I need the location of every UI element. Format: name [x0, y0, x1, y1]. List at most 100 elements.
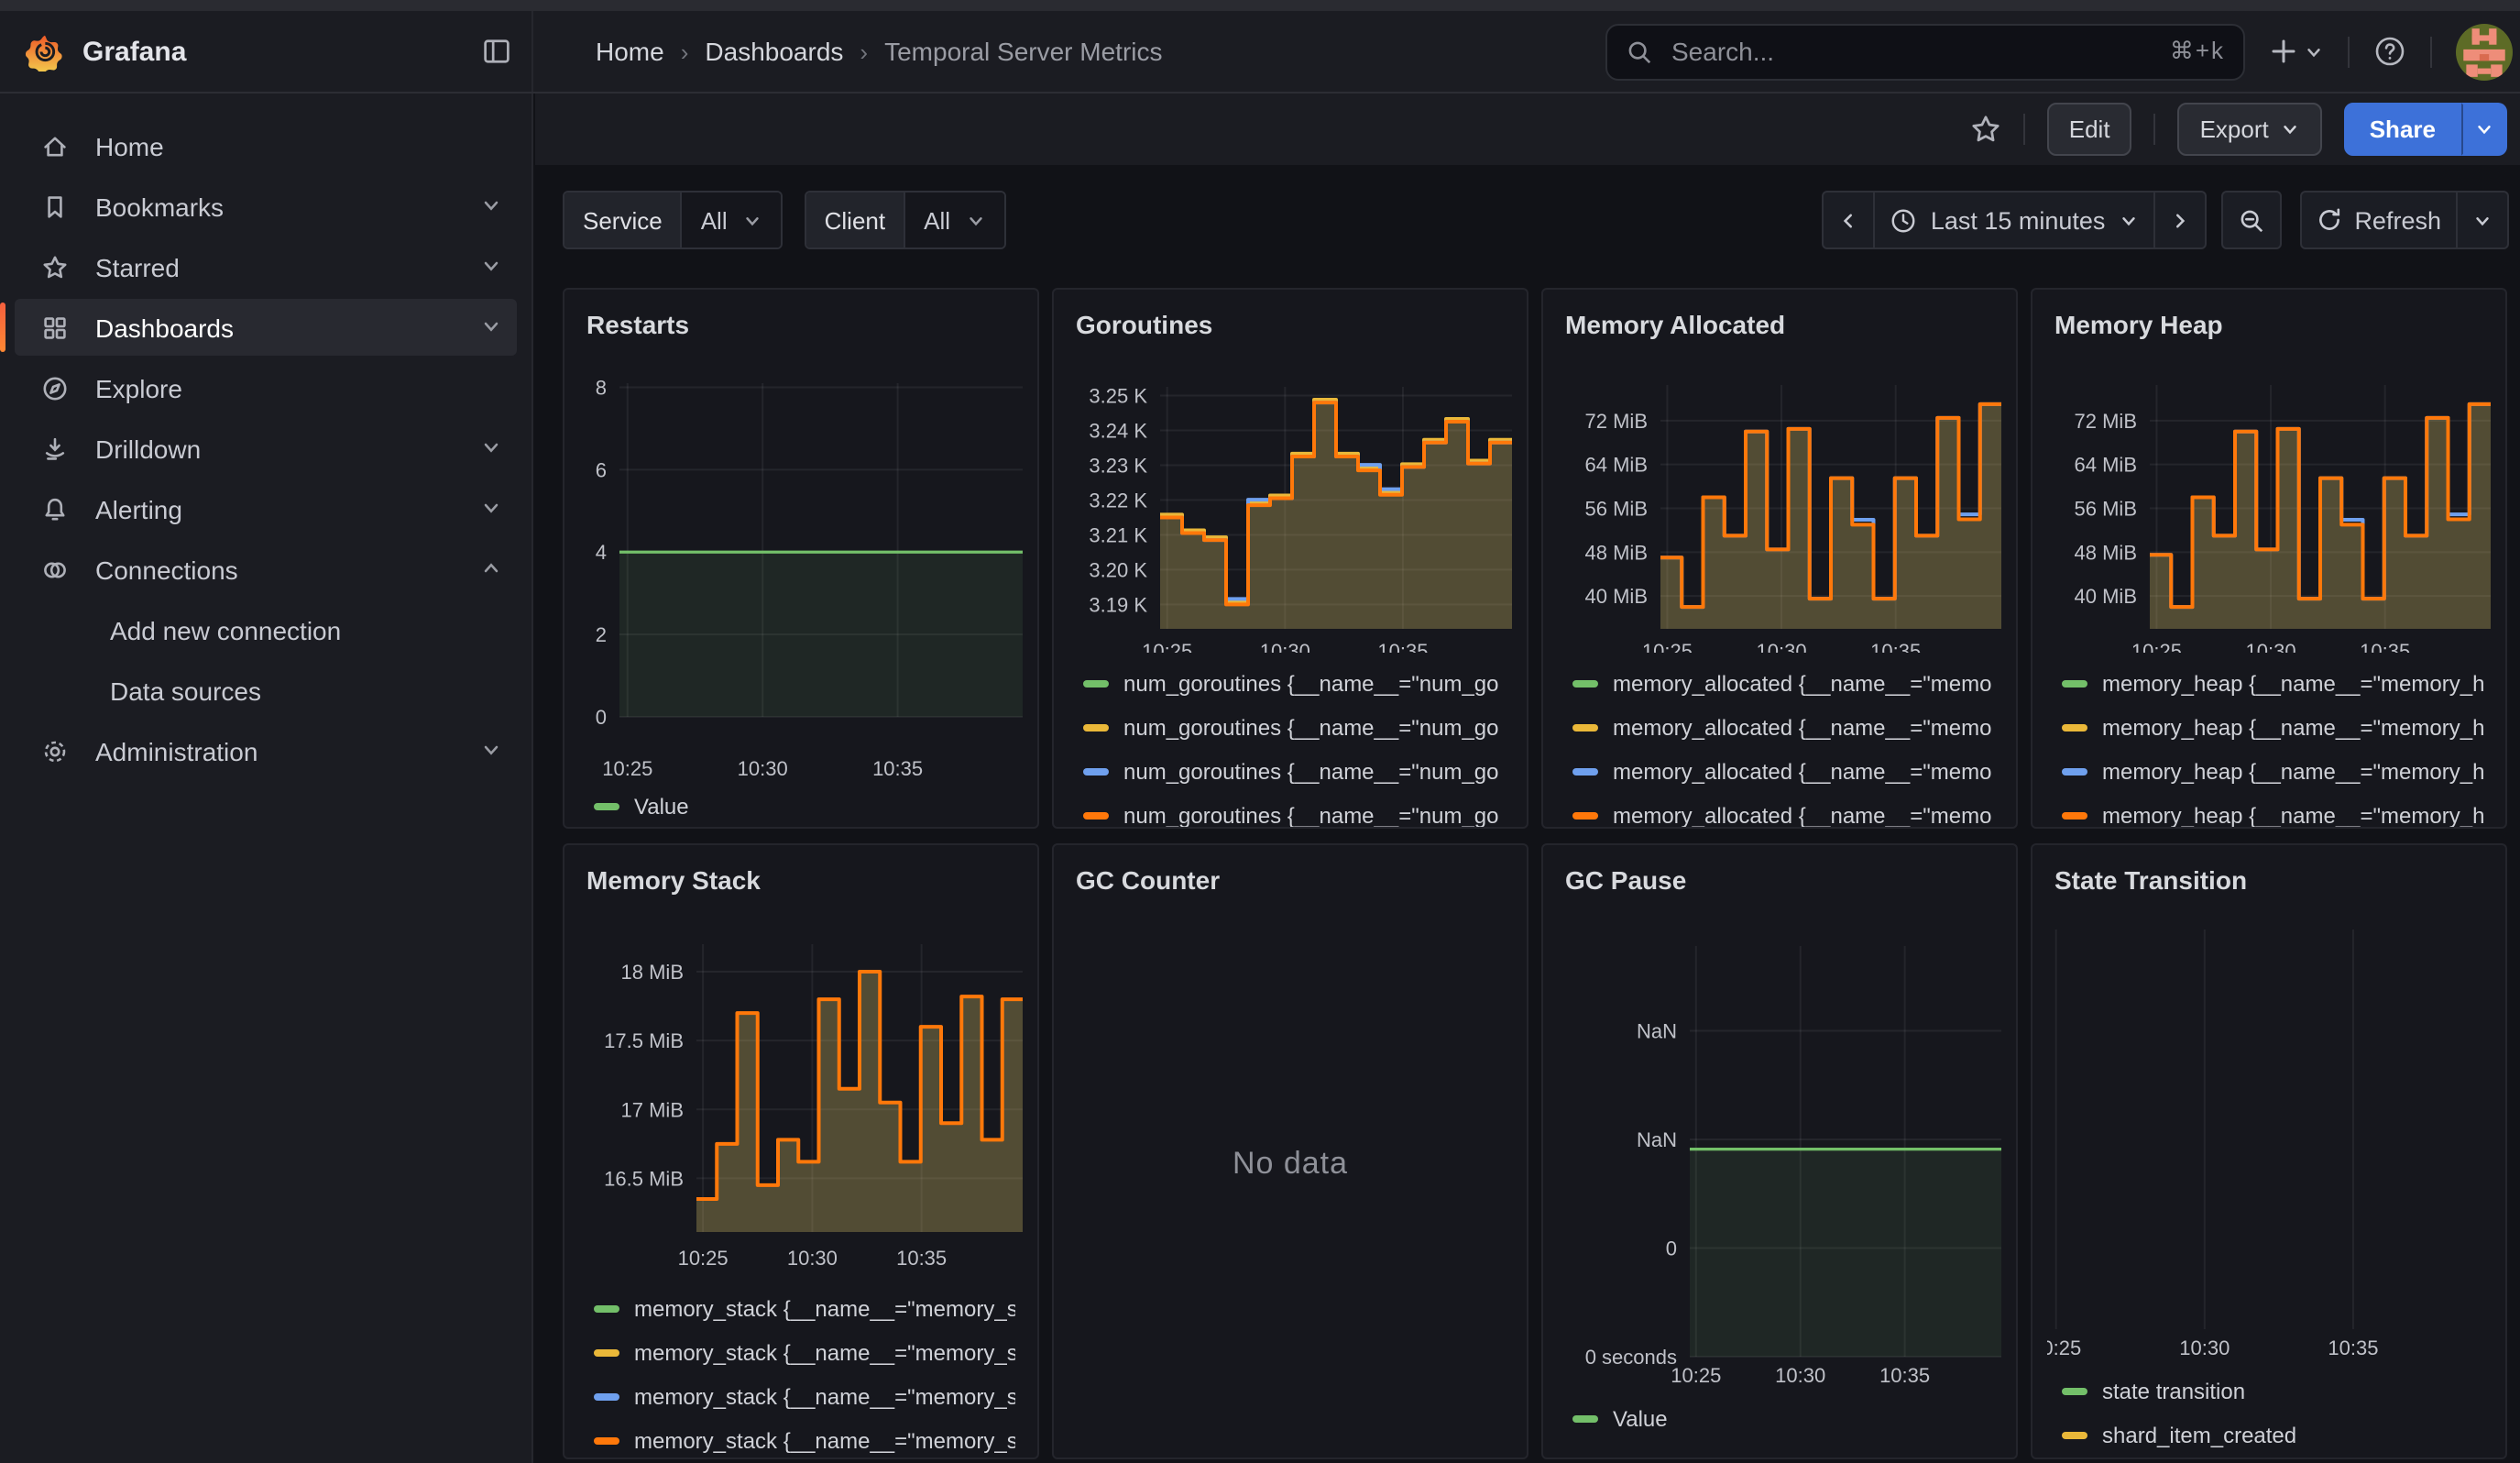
legend-label[interactable]: state transition [2102, 1379, 2245, 1404]
chevron-left-icon [1839, 210, 1859, 230]
legend-label[interactable]: memory_stack {__name__="memory_s [634, 1296, 1015, 1322]
sidebar-item-alerting[interactable]: Alerting [15, 480, 517, 537]
sidebar-item-label: Bookmarks [95, 192, 224, 221]
grafana-logo-icon[interactable] [26, 32, 64, 71]
legend-label[interactable]: num_goroutines {__name__="num_go [1123, 758, 1499, 784]
legend-label[interactable]: Value [1613, 1406, 1668, 1432]
dock-menu-icon[interactable] [480, 35, 513, 68]
sidebar-item-dashboards[interactable]: Dashboards [15, 299, 517, 356]
legend-label[interactable]: memory_allocated {__name__="memo [1613, 714, 1991, 740]
chevron-down-icon[interactable] [480, 313, 502, 342]
sidebar-item-administration[interactable]: Administration [15, 722, 517, 779]
clock-icon [1890, 206, 1918, 234]
legend-label[interactable]: memory_allocated {__name__="memo [1613, 758, 1991, 784]
export-button[interactable]: Export [2178, 102, 2322, 155]
legend-label[interactable]: Value [634, 794, 689, 820]
legend-label[interactable]: memory_heap {__name__="memory_h [2102, 670, 2483, 696]
legend-swatch-icon [1572, 767, 1598, 775]
legend-label[interactable]: memory_allocated {__name__="memo [1613, 802, 1991, 827]
help-button[interactable] [2373, 35, 2406, 68]
legend-label[interactable]: num_goroutines {__name__="num_go [1123, 714, 1499, 740]
legend-label[interactable]: memory_stack {__name__="memory_s [634, 1428, 1015, 1454]
legend-swatch-icon [2062, 1388, 2087, 1395]
chevron-down-icon[interactable] [480, 434, 502, 463]
legend-swatch-icon [2062, 679, 2087, 687]
sidebar-item-drilldown[interactable]: Drilldown [15, 420, 517, 477]
no-data-message: No data [1068, 926, 1512, 1458]
legend-label[interactable]: memory_stack {__name__="memory_s [634, 1340, 1015, 1366]
chevron-down-icon[interactable] [480, 736, 502, 765]
zoom-out-button[interactable] [2220, 191, 2281, 249]
sidebar-item-explore[interactable]: Explore [15, 359, 517, 416]
breadcrumb: Home › Dashboards › Temporal Server Metr… [533, 11, 1163, 92]
y-tick-label: 3.22 K [1089, 489, 1147, 512]
sidebar-item-connections[interactable]: Connections [15, 541, 517, 598]
legend-item: num_goroutines {__name__="num_go [1083, 705, 1505, 749]
sidebar-item-label: Home [95, 131, 164, 160]
y-tick-label: 3.24 K [1089, 419, 1147, 442]
y-tick-label: 0 [596, 707, 607, 730]
legend-item: memory_allocated {__name__="memo [1572, 793, 1994, 827]
legend-swatch-icon [2062, 723, 2087, 731]
y-tick-label: 18 MiB [621, 962, 684, 984]
panel-title[interactable]: GC Pause [1558, 860, 2001, 896]
sidebar-item-starred[interactable]: Starred [15, 238, 517, 295]
legend-label[interactable]: memory_stack {__name__="memory_s [634, 1384, 1015, 1410]
chart[interactable]: 10:2510:3010:3586420 [579, 369, 1026, 776]
panel-title[interactable]: GC Counter [1068, 860, 1512, 896]
x-tick-label: 10:35 [872, 758, 923, 776]
legend-item: memory_allocated {__name__="memo [1572, 661, 1994, 705]
refresh-interval-button[interactable] [2458, 191, 2509, 249]
legend-label[interactable]: shard_item_created [2102, 1423, 2296, 1448]
breadcrumb-home[interactable]: Home [596, 37, 664, 66]
chart[interactable]: 10:2510:3010:35 [2047, 926, 2494, 1360]
panel-legend: memory_heap {__name__="memory_h memory_he… [2047, 652, 2491, 827]
refresh-button[interactable]: Refresh [2299, 191, 2458, 249]
chevron-up-icon[interactable] [480, 555, 502, 584]
x-tick-label: 10:25 [1142, 640, 1192, 652]
legend-label[interactable]: memory_heap {__name__="memory_h [2102, 802, 2483, 827]
legend-label[interactable]: memory_allocated {__name__="memo [1613, 670, 1991, 696]
legend-label[interactable]: num_goroutines {__name__="num_go [1123, 802, 1499, 827]
time-range-picker[interactable]: Last 15 minutes [1876, 191, 2155, 249]
legend-label[interactable]: num_goroutines {__name__="num_go [1123, 670, 1499, 696]
sidebar-item-add-new-connection[interactable]: Add new connection [15, 601, 517, 658]
panel-title[interactable]: Goroutines [1068, 304, 1512, 339]
user-avatar[interactable] [2456, 23, 2513, 80]
chart[interactable]: 10:2510:3010:353.25 K3.24 K3.23 K3.22 K3… [1068, 368, 1516, 652]
chart[interactable]: 10:2510:3010:3572 MiB64 MiB56 MiB48 MiB4… [2047, 368, 2494, 652]
client-filter-value[interactable]: All [905, 192, 1003, 248]
chevron-down-icon[interactable] [480, 192, 502, 221]
grafana-app: Grafana Home › Dashboards › Temporal Ser… [0, 0, 2520, 1463]
edit-button[interactable]: Edit [2047, 102, 2132, 155]
panel-title[interactable]: Memory Heap [2047, 304, 2491, 339]
service-filter-value[interactable]: All [683, 192, 781, 248]
legend-label[interactable]: memory_heap {__name__="memory_h [2102, 758, 2483, 784]
x-tick-label: 10:25 [602, 758, 652, 776]
chevron-down-icon[interactable] [480, 252, 502, 281]
chart[interactable]: 10:2510:3010:3518 MiB17.5 MiB17 MiB16.5 … [579, 925, 1026, 1278]
share-menu-button[interactable] [2461, 102, 2507, 155]
sidebar-item-data-sources[interactable]: Data sources [15, 662, 517, 719]
legend-swatch-icon [1083, 679, 1109, 687]
legend-label[interactable]: memory_heap {__name__="memory_h [2102, 714, 2483, 740]
sidebar-item-home[interactable]: Home [15, 117, 517, 174]
panel-title[interactable]: Restarts [579, 304, 1023, 340]
legend-item: memory_heap {__name__="memory_h [2062, 749, 2483, 793]
time-forward-button[interactable] [2154, 191, 2206, 249]
chevron-down-icon[interactable] [480, 494, 502, 523]
sidebar-item-bookmarks[interactable]: Bookmarks [15, 178, 517, 235]
share-button[interactable]: Share [2344, 102, 2461, 155]
time-back-button[interactable] [1823, 191, 1876, 249]
search-input-container[interactable]: ⌘+k [1605, 23, 2245, 80]
panel-title[interactable]: State Transition [2047, 860, 2491, 896]
search-input[interactable] [1668, 35, 2155, 68]
breadcrumb-dashboards[interactable]: Dashboards [705, 37, 843, 66]
panel-title[interactable]: Memory Stack [579, 860, 1023, 896]
chart[interactable]: 10:2510:3010:3572 MiB64 MiB56 MiB48 MiB4… [1558, 368, 2005, 652]
panel-title[interactable]: Memory Allocated [1558, 304, 2001, 339]
new-menu-button[interactable] [2269, 37, 2324, 66]
x-tick-label: 10:35 [2360, 640, 2410, 652]
chart[interactable]: 10:2510:3010:35NaNNaN00 seconds [1558, 926, 2005, 1388]
favorite-star-button[interactable] [1970, 113, 2001, 144]
